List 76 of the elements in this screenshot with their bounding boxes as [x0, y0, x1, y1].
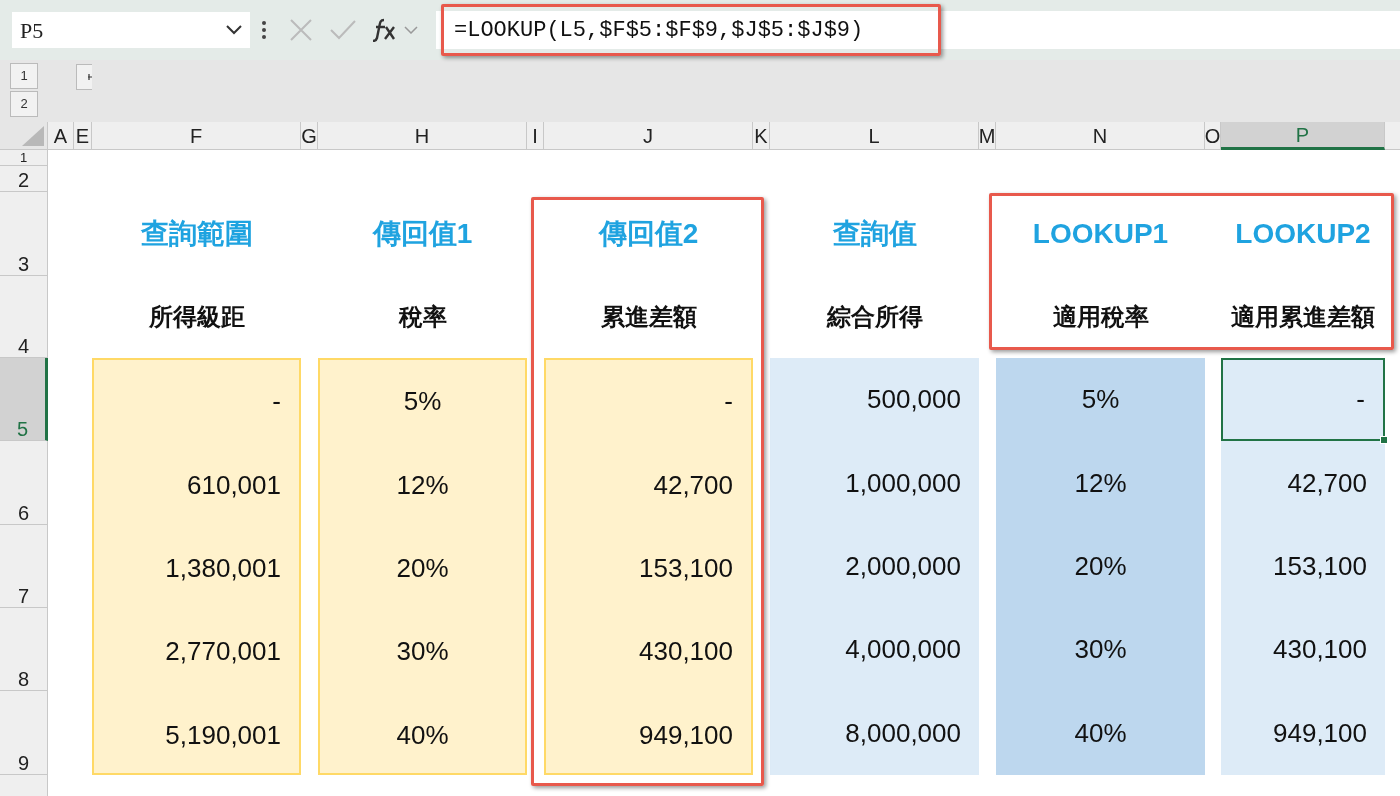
- cell-value: 8,000,000: [845, 716, 961, 750]
- cell-value: -: [724, 385, 733, 418]
- cell-value: 20%: [396, 552, 449, 585]
- cell-value: 5%: [403, 385, 442, 418]
- fill-handle[interactable]: [1380, 436, 1388, 444]
- column-subtitle: 適用稅率: [1052, 302, 1149, 332]
- cell-value: 40%: [1074, 716, 1127, 750]
- column-header[interactable]: N: [996, 122, 1205, 150]
- column-title: 查詢範圍: [140, 217, 253, 251]
- row-header[interactable]: 2: [0, 166, 48, 192]
- cell-value: 430,100: [1273, 633, 1367, 666]
- row-header[interactable]: 3: [0, 192, 48, 276]
- column-header[interactable]: K: [753, 122, 770, 150]
- column-title: 傳回值2: [598, 217, 699, 251]
- cell-value: 42,700: [653, 468, 733, 502]
- cell-value: 153,100: [1273, 550, 1367, 583]
- cell-value: 42,700: [1287, 466, 1367, 500]
- cell-value: 430,100: [639, 635, 733, 668]
- column-header[interactable]: L: [770, 122, 979, 150]
- cell-value: 4,000,000: [845, 633, 961, 666]
- cell-value: 30%: [396, 635, 449, 668]
- cell-value: 5,190,001: [165, 718, 281, 752]
- cell-value: 12%: [1074, 466, 1127, 500]
- cell-value: 949,100: [1273, 716, 1367, 750]
- column-title: LOOKUP2: [1235, 217, 1371, 251]
- expand-icon[interactable]: [76, 64, 92, 90]
- row-header[interactable]: 5: [0, 358, 48, 441]
- row-header-background: [0, 775, 48, 796]
- column-header[interactable]: P: [1221, 122, 1385, 150]
- row-header[interactable]: 7: [0, 525, 48, 608]
- name-box[interactable]: P5: [12, 12, 250, 48]
- column-header[interactable]: M: [979, 122, 996, 150]
- row-header[interactable]: 9: [0, 691, 48, 775]
- cell-value: -: [1356, 383, 1365, 416]
- column-header[interactable]: A: [48, 122, 74, 150]
- cell-value: 30%: [1074, 633, 1127, 666]
- column-title: LOOKUP1: [1032, 217, 1169, 251]
- row-header[interactable]: 4: [0, 276, 48, 358]
- cell-value: 949,100: [639, 718, 733, 752]
- cell-value: 12%: [396, 468, 449, 502]
- outline-level-button[interactable]: 1: [10, 63, 38, 89]
- check-icon[interactable]: [330, 20, 356, 40]
- chevron-down-icon: [226, 25, 242, 35]
- function-icon[interactable]: [372, 18, 398, 42]
- cell-value: 1,000,000: [845, 466, 961, 500]
- column-subtitle: 適用累進差額: [1231, 302, 1375, 332]
- column-subtitle: 所得級距: [148, 302, 245, 332]
- column-subtitle: 累進差額: [600, 302, 697, 332]
- outline-level-button[interactable]: 2: [10, 91, 38, 117]
- column-subtitle: 綜合所得: [826, 302, 923, 332]
- column-header[interactable]: I: [527, 122, 544, 150]
- column-title: 傳回值1: [372, 217, 473, 251]
- cell-value: 40%: [396, 718, 449, 752]
- cell-value: 2,770,001: [165, 635, 281, 668]
- formula-bar[interactable]: =LOOKUP(L5,$F$5:$F$9,$J$5:$J$9): [436, 11, 1400, 49]
- row-header[interactable]: 8: [0, 608, 48, 691]
- row-header[interactable]: 1: [0, 150, 48, 166]
- cell-value: -: [272, 385, 281, 418]
- column-header[interactable]: G: [301, 122, 318, 150]
- cell-value: 500,000: [867, 383, 961, 416]
- column-title: 查詢值: [832, 217, 917, 251]
- cell-value: 1,380,001: [165, 552, 281, 585]
- cell-value: 5%: [1081, 383, 1120, 416]
- column-header[interactable]: O: [1205, 122, 1221, 150]
- cell-value: 610,001: [187, 468, 281, 502]
- row-header[interactable]: 6: [0, 441, 48, 525]
- more-options-icon[interactable]: [262, 21, 266, 39]
- column-header[interactable]: H: [318, 122, 527, 150]
- cell-value: 2,000,000: [845, 550, 961, 583]
- chevron-down-icon[interactable]: [404, 26, 418, 34]
- cell-value: 20%: [1074, 550, 1127, 583]
- column-header[interactable]: E: [74, 122, 92, 150]
- cell-value: 153,100: [639, 552, 733, 585]
- column-header[interactable]: J: [544, 122, 753, 150]
- column-subtitle: 稅率: [398, 302, 447, 332]
- column-header[interactable]: F: [92, 122, 301, 150]
